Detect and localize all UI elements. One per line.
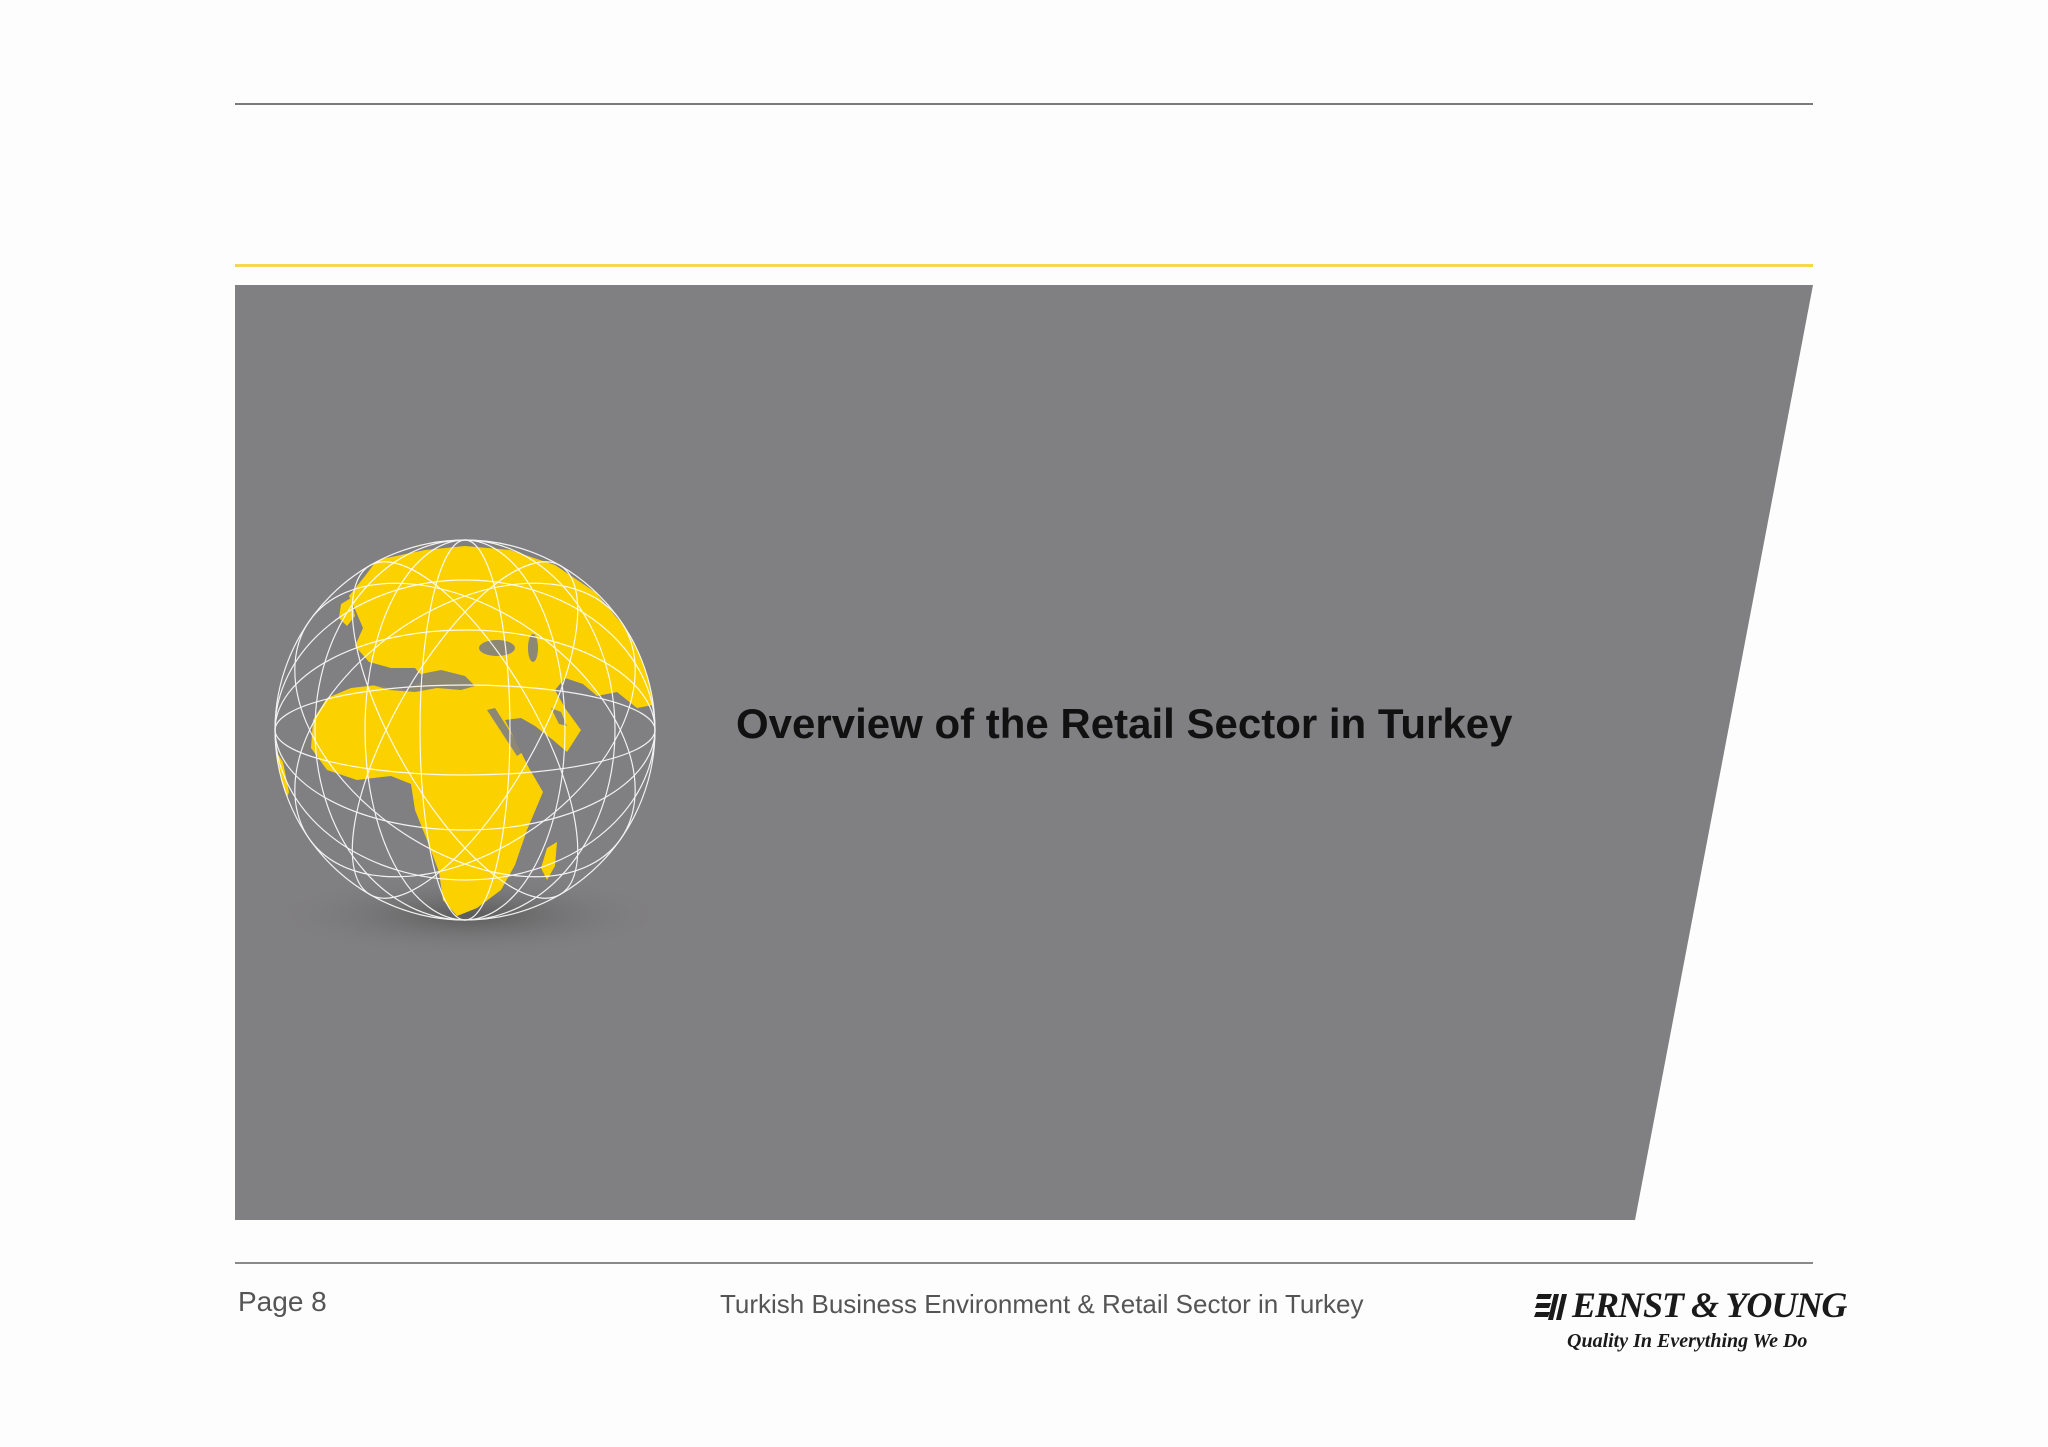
slide-title: Overview of the Retail Sector in Turkey [736,700,1513,747]
globe-icon [265,530,670,970]
logo-name: ERNST & YOUNG [1572,1285,1847,1325]
footer-rule [235,1262,1813,1264]
company-logo: ERNST & YOUNG Quality In Everything We D… [1530,1284,1847,1364]
header-rule [235,103,1813,105]
logo-tagline: Quality In Everything We Do [1567,1330,1808,1352]
accent-rule [235,264,1813,267]
ey-logo-mark-icon [1534,1294,1567,1320]
footer-document-title: Turkish Business Environment & Retail Se… [720,1289,1364,1319]
page-number: Page 8 [238,1286,327,1317]
